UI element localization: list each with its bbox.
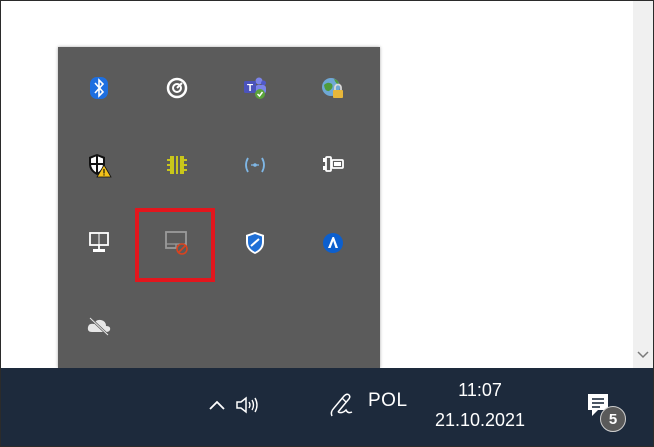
scroll-down-arrow-icon[interactable] <box>637 350 649 360</box>
notification-count-badge: 5 <box>600 406 626 432</box>
vertical-scrollbar[interactable] <box>633 1 653 368</box>
memory-chip-icon[interactable] <box>153 141 201 189</box>
clock-date: 21.10.2021 <box>434 410 526 430</box>
network-monitor-icon[interactable] <box>75 219 123 267</box>
clock-app-icon[interactable] <box>153 64 201 112</box>
show-hidden-icons-chevron-up-icon[interactable] <box>204 392 230 418</box>
highlight-box <box>135 208 215 282</box>
svg-text:T: T <box>247 83 253 94</box>
bluetooth-icon[interactable] <box>75 64 123 112</box>
defender-shield-icon[interactable] <box>231 219 279 267</box>
taskbar-clock[interactable]: 11:07 21.10.2021 <box>431 375 529 435</box>
screenshot-frame: T POL 11:07 21.10.2021 5 <box>0 0 654 447</box>
teams-icon[interactable]: T <box>231 64 279 112</box>
tray-overflow-panel: T <box>58 47 380 368</box>
power-plug-icon[interactable] <box>309 141 357 189</box>
network-locked-icon[interactable] <box>309 64 357 112</box>
volume-icon[interactable] <box>232 390 264 420</box>
taskbar: POL 11:07 21.10.2021 5 <box>1 368 653 446</box>
autodesk-icon[interactable] <box>309 219 357 267</box>
clock-time: 11:07 <box>458 380 502 400</box>
pen-icon[interactable] <box>324 388 358 422</box>
onedrive-offline-icon[interactable] <box>75 302 123 350</box>
security-warning-icon[interactable] <box>75 141 123 189</box>
input-language-indicator[interactable]: POL <box>368 390 408 412</box>
wireless-display-icon[interactable] <box>231 141 279 189</box>
